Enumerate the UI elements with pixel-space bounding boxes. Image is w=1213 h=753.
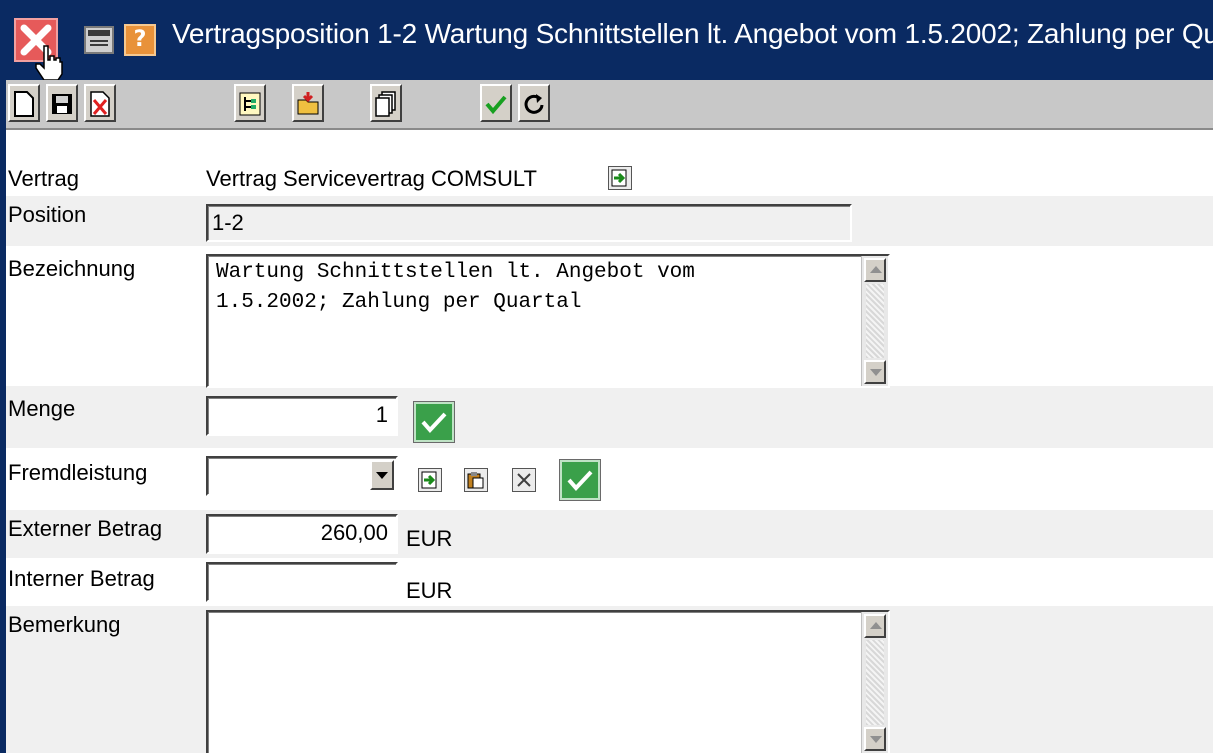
goto-icon (611, 169, 627, 187)
bezeichnung-label: Bezeichnung (8, 256, 136, 281)
vertrag-value: Vertrag Servicevertrag COMSULT (206, 166, 537, 191)
externer-betrag-unit: EUR (406, 526, 453, 551)
fremdleistung-paste-button[interactable] (464, 468, 488, 492)
fremdleistung-confirm-button[interactable] (560, 460, 600, 500)
bezeichnung-scrollbar[interactable] (861, 256, 888, 386)
row-externer-bg (6, 510, 1213, 558)
bemerkung-scrollbar[interactable] (861, 612, 888, 753)
title-bar: ? Vertragsposition 1-2 Wartung Schnittst… (0, 0, 1213, 80)
delete-icon (90, 91, 110, 117)
bemerkung-label: Bemerkung (8, 612, 121, 637)
scroll-up-button[interactable] (864, 258, 886, 282)
scroll-down-button[interactable] (864, 727, 886, 751)
goto-contract-button[interactable] (608, 166, 632, 190)
toolbar (6, 80, 1213, 130)
menge-confirm-button[interactable] (414, 402, 454, 442)
dropdown-arrow-button[interactable] (370, 460, 394, 490)
externer-betrag-label: Externer Betrag (8, 516, 163, 541)
row-menge-bg (6, 386, 1213, 448)
scroll-down-button[interactable] (864, 360, 886, 384)
clear-x-icon (517, 473, 531, 487)
fremdleistung-select[interactable] (206, 456, 398, 496)
open-folder-button[interactable] (292, 84, 324, 122)
menge-value: 1 (375, 402, 388, 427)
new-icon (14, 91, 34, 117)
ok-button[interactable] (480, 84, 512, 122)
interner-betrag-label: Interner Betrag (8, 566, 155, 591)
hand-cursor-icon (35, 45, 63, 81)
position-value: 1-2 (212, 210, 244, 235)
save-button[interactable] (46, 84, 78, 122)
goto-icon (421, 471, 437, 489)
tree-icon (239, 92, 261, 116)
interner-betrag-field[interactable] (206, 562, 398, 602)
new-document-button[interactable] (8, 84, 40, 122)
window-title: Vertragsposition 1-2 Wartung Schnittstel… (172, 18, 1213, 49)
fremdleistung-clear-button[interactable] (512, 468, 536, 492)
menge-field[interactable]: 1 (206, 396, 398, 436)
scroll-track[interactable] (866, 640, 884, 725)
fremdleistung-goto-button[interactable] (418, 468, 442, 492)
delete-button[interactable] (84, 84, 116, 122)
refresh-icon (524, 94, 544, 114)
tree-view-button[interactable] (234, 84, 266, 122)
scroll-track[interactable] (866, 284, 884, 358)
bemerkung-textarea[interactable] (206, 610, 890, 753)
bezeichnung-value: Wartung Schnittstellen lt. Angebot vom 1… (216, 261, 695, 314)
paste-icon (467, 472, 484, 489)
vertrag-label: Vertrag (8, 166, 79, 191)
fremdleistung-label: Fremdleistung (8, 460, 148, 485)
open-folder-icon (297, 92, 319, 115)
copy-button[interactable] (370, 84, 402, 122)
help-icon[interactable]: ? (124, 24, 156, 56)
externer-betrag-value: 260,00 (320, 520, 388, 545)
check-icon (567, 470, 593, 491)
position-label: Position (8, 202, 87, 227)
ok-check-icon (485, 95, 507, 115)
externer-betrag-field[interactable]: 260,00 (206, 514, 398, 554)
position-field[interactable]: 1-2 (206, 204, 852, 242)
check-icon (421, 412, 447, 433)
refresh-button[interactable] (518, 84, 550, 122)
save-icon (52, 94, 72, 114)
menge-label: Menge (8, 396, 76, 421)
copy-icon (375, 91, 396, 117)
interner-betrag-unit: EUR (406, 578, 453, 603)
bezeichnung-textarea[interactable]: Wartung Schnittstellen lt. Angebot vom 1… (206, 254, 890, 388)
scroll-up-button[interactable] (864, 614, 886, 638)
minimize-icon[interactable] (84, 26, 114, 54)
